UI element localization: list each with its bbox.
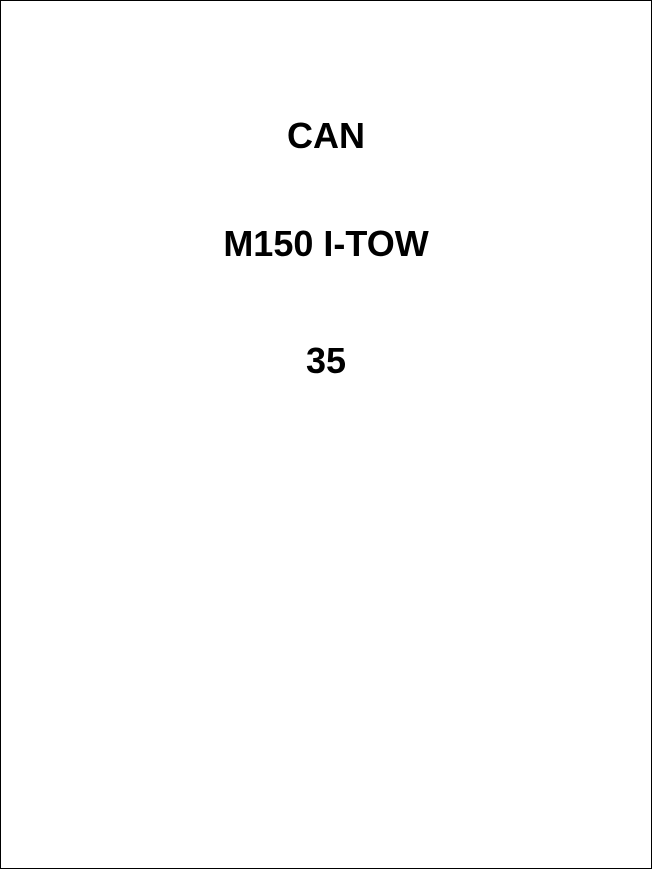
title-country: CAN xyxy=(287,115,365,156)
document-page: CAN M150 I-TOW 35 xyxy=(0,0,652,869)
title-vehicle: M150 I-TOW xyxy=(223,223,429,264)
title-number: 35 xyxy=(305,340,347,381)
